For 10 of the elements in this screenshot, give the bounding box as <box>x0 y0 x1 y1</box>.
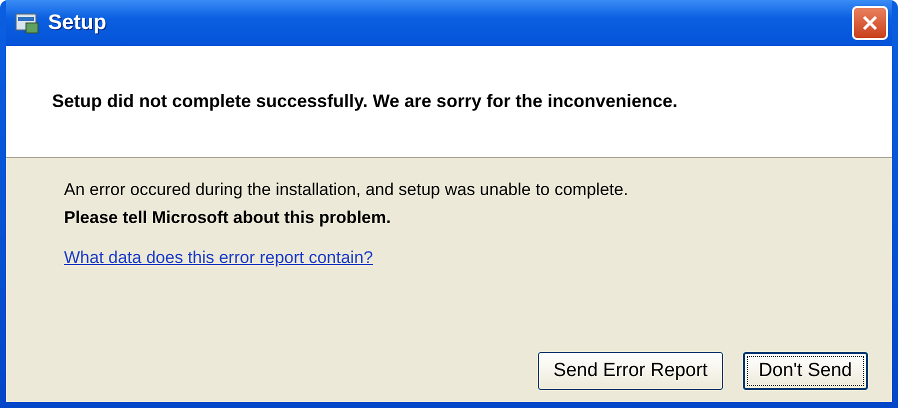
setup-icon <box>14 11 40 35</box>
header-message: Setup did not complete successfully. We are sorry for the inconvenience. <box>52 91 678 112</box>
request-text: Please tell Microsoft about this problem. <box>64 208 392 228</box>
report-details-link[interactable]: What data does this error report contain? <box>64 248 373 268</box>
close-button[interactable] <box>852 6 888 40</box>
dialog-button[interactable]: Send Error Report <box>538 352 723 390</box>
window-title: Setup <box>48 11 108 35</box>
error-text: An error occured during the installation, and setup was unable to complete. <box>64 180 630 200</box>
dialog-button[interactable]: Don't Send <box>742 352 868 390</box>
close-icon <box>861 14 879 32</box>
